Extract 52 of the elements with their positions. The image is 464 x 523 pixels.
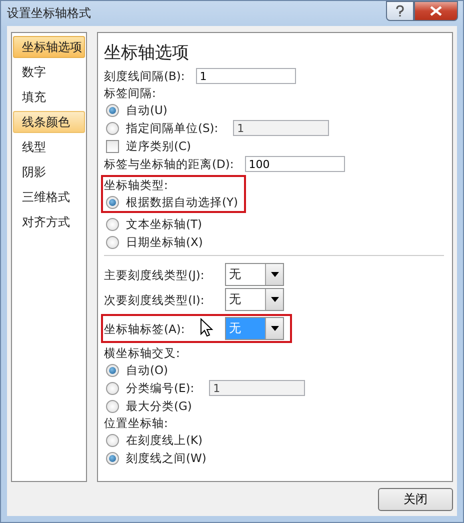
sidebar-item[interactable]: 三维格式 xyxy=(13,186,85,208)
radio-label: 文本坐标轴(T) xyxy=(126,216,202,232)
dropdown[interactable]: 无 xyxy=(225,263,284,286)
dropdown-label: 主要刻度线类型(J): xyxy=(104,266,204,282)
radio-label: 刻度线之间(W) xyxy=(126,450,206,466)
radio-label: 分类编号(E): xyxy=(126,380,194,396)
radio-button[interactable] xyxy=(106,434,119,446)
dropdown-label: 坐标轴标签(A): xyxy=(104,320,185,336)
close-dialog-button[interactable]: 关闭 xyxy=(378,488,453,510)
sidebar-item[interactable]: 阴影 xyxy=(13,161,85,183)
radio-button[interactable] xyxy=(106,196,119,208)
input-field[interactable]: 100 xyxy=(244,156,345,172)
radio-button[interactable] xyxy=(106,452,119,464)
radio-label: 指定间隔单位(S): xyxy=(126,120,218,136)
help-button[interactable] xyxy=(386,1,414,21)
sidebar-item[interactable]: 对齐方式 xyxy=(13,211,85,233)
radio-label: 自动(U) xyxy=(126,102,168,118)
group-label: 坐标轴类型: xyxy=(104,177,168,193)
sidebar-item[interactable]: 坐标轴选项 xyxy=(13,36,85,58)
radio-button[interactable] xyxy=(106,364,119,376)
radio-button[interactable] xyxy=(106,218,119,230)
dropdown[interactable]: 无 xyxy=(225,288,284,311)
radio-label: 自动(O) xyxy=(126,362,168,378)
checkbox-label: 逆序类别(C) xyxy=(126,138,192,154)
sidebar-item[interactable]: 数字 xyxy=(13,61,85,83)
sidebar-item[interactable]: 填充 xyxy=(13,86,85,108)
sidebar-item[interactable]: 线条颜色 xyxy=(13,111,85,133)
dropdown-arrow-icon xyxy=(270,297,278,302)
dropdown-arrow-icon xyxy=(270,272,278,277)
dropdown-arrow-icon xyxy=(270,326,278,331)
close-icon xyxy=(430,6,442,16)
radio-label: 根据数据自动选择(Y) xyxy=(126,194,238,210)
checkbox[interactable] xyxy=(106,140,119,152)
field-label: 标签与坐标轴的距离(D): xyxy=(104,156,234,172)
window-title: 设置坐标轴格式 xyxy=(7,5,91,22)
group-label: 位置坐标轴: xyxy=(104,415,168,431)
mouse-cursor-icon xyxy=(200,318,214,338)
help-icon xyxy=(395,5,405,17)
radio-button[interactable] xyxy=(106,400,119,412)
section-heading: 坐标轴选项 xyxy=(104,42,189,64)
sidebar-item[interactable]: 线型 xyxy=(13,136,85,158)
group-label: 横坐标轴交叉: xyxy=(104,345,180,361)
field-label: 刻度线间隔(B): xyxy=(104,68,185,84)
close-button[interactable] xyxy=(414,1,458,21)
dropdown-label: 次要刻度线类型(I): xyxy=(104,292,204,308)
radio-button[interactable] xyxy=(106,236,119,248)
input-field[interactable]: 1 xyxy=(196,68,296,84)
radio-button[interactable] xyxy=(106,104,119,116)
radio-label: 日期坐标轴(X) xyxy=(126,234,203,250)
group-label: 标签间隔: xyxy=(104,85,156,101)
radio-label: 在刻度线上(K) xyxy=(126,432,203,448)
radio-label: 最大分类(G) xyxy=(126,398,192,414)
